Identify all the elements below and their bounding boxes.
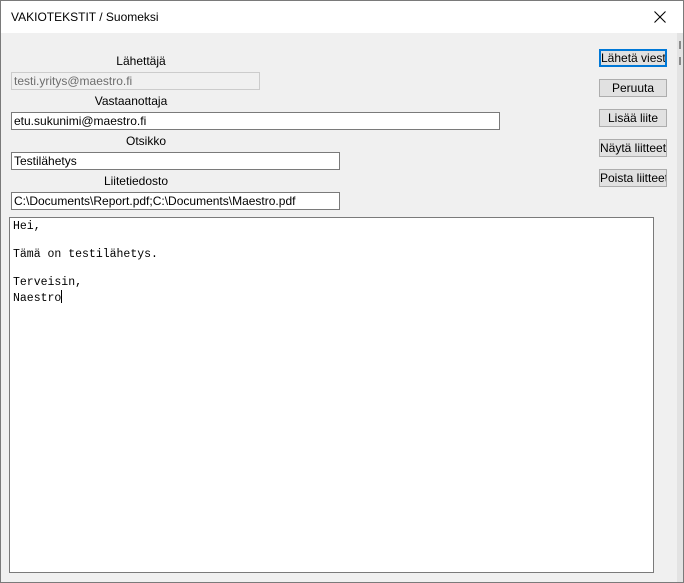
close-icon [654,11,666,23]
add-attachment-button[interactable]: Lisää liite [599,109,667,127]
attachment-label: Liitetiedosto [103,174,169,188]
text-caret [61,290,63,303]
message-line: Terveisin, [13,276,83,289]
subject-field[interactable]: Testilähetys [11,152,340,170]
message-line [13,262,650,276]
window-title: VAKIOTEKSTIT / Suomeksi [11,10,159,24]
send-button[interactable]: Lähetä viesti [599,49,667,67]
attachment-field[interactable]: C:\Documents\Report.pdf;C:\Documents\Mae… [11,192,340,210]
dialog-window: VAKIOTEKSTIT / Suomeksi Lähettäjä testi.… [0,0,684,583]
show-attachments-button[interactable]: Näytä liitteet [599,139,667,157]
message-body[interactable]: Hei, Tämä on testilähetys. Terveisin, Na… [9,217,654,573]
recipient-field[interactable]: etu.sukunimi@maestro.fi [11,112,500,130]
message-line [13,234,650,248]
title-bar: VAKIOTEKSTIT / Suomeksi [1,1,683,33]
sender-label: Lähettäjä [116,54,166,68]
message-line: Hei, [13,220,41,233]
message-line: Naestro [13,292,62,305]
message-line: Tämä on testilähetys. [13,248,158,261]
close-button[interactable] [637,1,683,33]
subject-label: Otsikko [125,134,166,148]
remove-attachments-button[interactable]: Poista liitteet [599,169,667,187]
window-edge [677,33,683,582]
recipient-label: Vastaanottaja [94,94,168,108]
sender-field: testi.yritys@maestro.fi [11,72,260,90]
cancel-button[interactable]: Peruuta [599,79,667,97]
